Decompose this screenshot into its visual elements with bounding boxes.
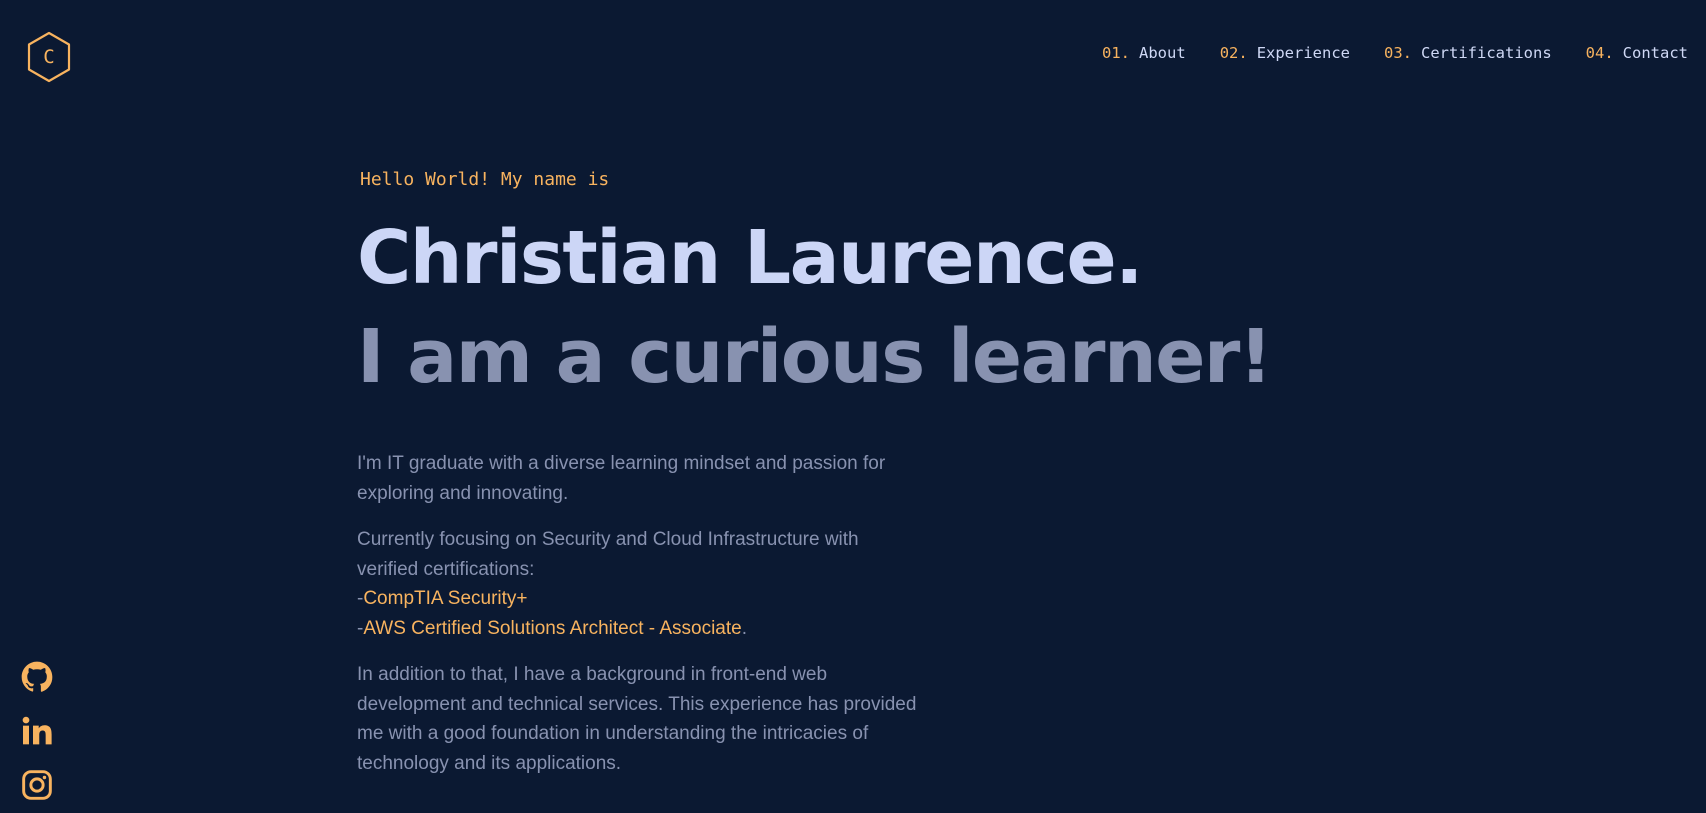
cert-suffix: . [741,617,748,639]
nav-number: 04. [1585,44,1614,62]
nav-label: Contact [1622,44,1688,62]
linkedin-link[interactable] [21,715,53,747]
hero-greeting: Hello World! My name is [360,169,610,190]
nav-label: About [1139,44,1186,62]
hero-name: Christian Laurence. [357,215,1143,301]
top-nav: 01. About 02. Experience 03. Certificati… [1102,44,1688,62]
cert-item-aws-saa: -AWS Certified Solutions Architect - Ass… [357,614,917,644]
nav-item-about[interactable]: 01. About [1102,44,1186,62]
nav-number: 02. [1219,44,1248,62]
nav-item-contact[interactable]: 04. Contact [1586,44,1688,62]
nav-label: Experience [1256,44,1351,62]
instagram-icon [22,770,52,800]
bio-certifications-intro: Currently focusing on Security and Cloud… [357,529,859,580]
bio-paragraph-3: In addition to that, I have a background… [357,664,917,774]
instagram-link[interactable] [21,769,53,801]
cert-item-security-plus: -CompTIA Security+ [357,584,917,614]
nav-label: Certifications [1421,44,1552,62]
bio-paragraph-1: I'm IT graduate with a diverse learning … [357,453,886,504]
github-icon [21,661,53,692]
nav-number: 01. [1102,44,1131,62]
hero-tagline: I am a curious learner! [357,314,1273,400]
logo-letter: C [43,46,55,68]
nav-number: 03. [1384,44,1413,62]
linkedin-icon [22,716,52,745]
nav-item-experience[interactable]: 02. Experience [1220,44,1350,62]
bio-paragraph-2: Currently focusing on Security and Cloud… [357,525,917,643]
bio-section: I'm IT graduate with a diverse learning … [357,449,917,795]
logo[interactable]: C [26,31,72,83]
nav-item-certifications[interactable]: 03. Certifications [1384,44,1552,62]
hero-section: Hello World! My name is Christian Lauren… [357,168,1273,403]
social-links [21,661,53,801]
cert-name: AWS Certified Solutions Architect - Asso… [363,617,742,639]
cert-name: CompTIA Security+ [363,588,528,609]
github-link[interactable] [21,661,53,693]
